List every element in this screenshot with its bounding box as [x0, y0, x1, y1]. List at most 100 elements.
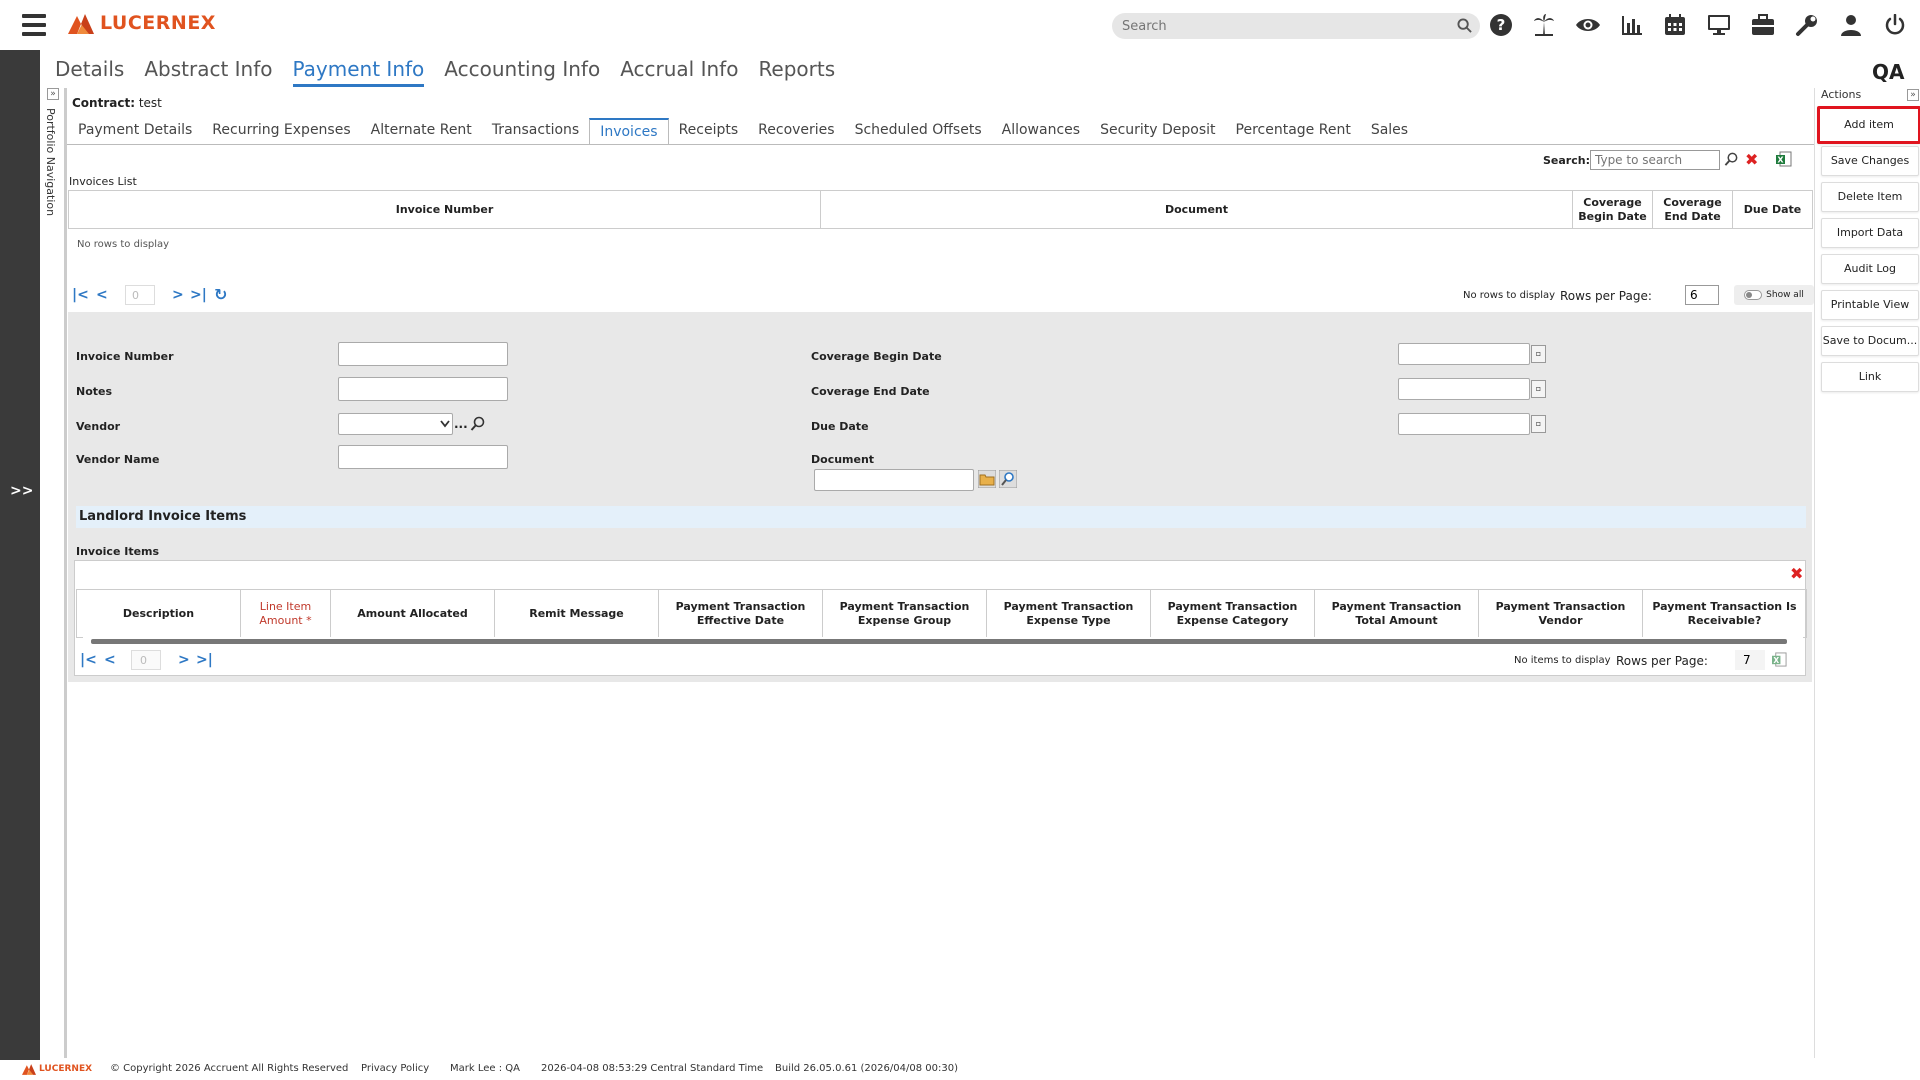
horizontal-scrollbar[interactable] — [83, 637, 1803, 645]
subtab-scheduled-offsets[interactable]: Scheduled Offsets — [845, 118, 992, 144]
due-date-input[interactable] — [1398, 413, 1530, 435]
search-icon[interactable] — [1724, 152, 1739, 167]
tab-reports[interactable]: Reports — [758, 55, 835, 87]
column-header-description[interactable]: Description — [76, 589, 241, 638]
subtab-sales[interactable]: Sales — [1361, 118, 1418, 144]
monitor-icon[interactable] — [1706, 12, 1732, 38]
column-header-expense-group[interactable]: Payment Transaction Expense Group — [822, 589, 987, 638]
clear-search-icon[interactable]: ✖ — [1745, 152, 1758, 168]
wrench-icon[interactable] — [1794, 12, 1820, 38]
tab-accounting-info[interactable]: Accounting Info — [444, 55, 600, 87]
vendor-name-input[interactable] — [338, 445, 508, 469]
lucernex-logo-icon — [68, 14, 94, 34]
first-page-icon[interactable]: |< — [72, 287, 89, 303]
scrollbar-thumb[interactable] — [91, 639, 1787, 644]
column-header-is-receivable[interactable]: Payment Transaction Is Receivable? — [1642, 589, 1807, 638]
save-changes-button[interactable]: Save Changes — [1821, 146, 1919, 176]
vendor-lookup-button[interactable]: ... — [454, 417, 468, 431]
calendar-picker-icon[interactable]: ▫ — [1531, 415, 1546, 433]
delete-item-icon[interactable]: ✖ — [1790, 566, 1803, 582]
save-to-documents-button[interactable]: Save to Docum... — [1821, 326, 1919, 356]
previous-page-icon[interactable]: < — [96, 287, 108, 303]
subtab-recurring-expenses[interactable]: Recurring Expenses — [202, 118, 360, 144]
column-header-document[interactable]: Document — [820, 190, 1573, 229]
coverage-end-date-input[interactable] — [1398, 378, 1530, 400]
tab-details[interactable]: Details — [55, 55, 124, 87]
excel-export-icon[interactable]: X — [1772, 652, 1787, 667]
column-header-effective-date[interactable]: Payment Transaction Effective Date — [658, 589, 823, 638]
power-icon[interactable] — [1882, 12, 1908, 38]
help-icon[interactable]: ? — [1488, 12, 1514, 38]
add-item-button[interactable]: Add item — [1817, 106, 1920, 144]
column-header-amount-allocated[interactable]: Amount Allocated — [330, 589, 495, 638]
list-search-input[interactable] — [1590, 150, 1720, 170]
next-page-icon[interactable]: > — [172, 287, 184, 303]
subtab-receipts[interactable]: Receipts — [669, 118, 749, 144]
invoice-number-input[interactable] — [338, 342, 508, 366]
document-input[interactable] — [814, 469, 974, 491]
delete-item-button[interactable]: Delete Item — [1821, 182, 1919, 212]
subtab-alternate-rent[interactable]: Alternate Rent — [361, 118, 482, 144]
subtab-allowances[interactable]: Allowances — [992, 118, 1090, 144]
calendar-picker-icon[interactable]: ▫ — [1531, 345, 1546, 363]
calendar-picker-icon[interactable]: ▫ — [1531, 380, 1546, 398]
user-icon[interactable] — [1838, 12, 1864, 38]
column-header-line-item-amount[interactable]: Line Item Amount * — [240, 589, 331, 638]
actions-panel: Actions » Add item Save Changes Delete I… — [1814, 88, 1920, 1058]
coverage-begin-date-input[interactable] — [1398, 343, 1530, 365]
column-header-coverage-end-date[interactable]: Coverage End Date — [1652, 190, 1733, 229]
column-header-total-amount[interactable]: Payment Transaction Total Amount — [1314, 589, 1479, 638]
privacy-policy-link[interactable]: Privacy Policy — [361, 1063, 429, 1074]
link-button[interactable]: Link — [1821, 362, 1919, 392]
folder-icon[interactable] — [978, 470, 996, 488]
column-header-expense-category[interactable]: Payment Transaction Expense Category — [1150, 589, 1315, 638]
column-header-expense-type[interactable]: Payment Transaction Expense Type — [986, 589, 1151, 638]
last-page-icon[interactable]: >| — [196, 652, 213, 668]
chart-icon[interactable] — [1619, 12, 1645, 38]
brand-logo[interactable]: LUCERNEX — [68, 12, 216, 34]
expand-left-panel-button[interactable]: >> — [10, 483, 33, 499]
column-header-remit-message[interactable]: Remit Message — [494, 589, 659, 638]
subtab-percentage-rent[interactable]: Percentage Rent — [1226, 118, 1361, 144]
excel-export-icon[interactable]: X — [1776, 151, 1792, 167]
hamburger-menu-icon[interactable] — [22, 14, 46, 36]
next-page-icon[interactable]: > — [178, 652, 190, 668]
show-all-toggle[interactable]: Show all — [1734, 285, 1814, 305]
palm-tree-icon[interactable] — [1531, 12, 1557, 38]
tab-abstract-info[interactable]: Abstract Info — [144, 55, 272, 87]
last-page-icon[interactable]: >| — [190, 287, 207, 303]
column-header-invoice-number[interactable]: Invoice Number — [68, 190, 821, 229]
subtab-transactions[interactable]: Transactions — [482, 118, 589, 144]
calendar-icon[interactable] — [1662, 12, 1688, 38]
vendor-select[interactable] — [338, 413, 453, 435]
tab-payment-info[interactable]: Payment Info — [292, 55, 425, 87]
portfolio-navigation[interactable]: Portfolio Navigation — [44, 88, 60, 218]
subtab-payment-details[interactable]: Payment Details — [68, 118, 202, 144]
invoice-items-table: Description Line Item Amount * Amount Al… — [76, 589, 1807, 638]
first-page-icon[interactable]: |< — [80, 652, 97, 668]
refresh-icon[interactable]: ↻ — [214, 287, 227, 303]
column-header-vendor[interactable]: Payment Transaction Vendor — [1478, 589, 1643, 638]
audit-log-button[interactable]: Audit Log — [1821, 254, 1919, 284]
vendor-search-icon[interactable] — [470, 416, 486, 432]
previous-page-icon[interactable]: < — [104, 652, 116, 668]
actions-collapse-toggle[interactable]: » — [1907, 89, 1919, 101]
rows-per-page-input[interactable] — [1735, 650, 1765, 670]
tab-accrual-info[interactable]: Accrual Info — [620, 55, 738, 87]
column-header-coverage-begin-date[interactable]: Coverage Begin Date — [1572, 190, 1653, 229]
import-data-button[interactable]: Import Data — [1821, 218, 1919, 248]
search-icon[interactable] — [1457, 18, 1472, 33]
printable-view-button[interactable]: Printable View — [1821, 290, 1919, 320]
subtab-invoices[interactable]: Invoices — [589, 118, 669, 144]
global-search-input[interactable] — [1122, 16, 1452, 36]
subtab-security-deposit[interactable]: Security Deposit — [1090, 118, 1225, 144]
document-search-icon[interactable] — [999, 470, 1017, 488]
page-number-input[interactable] — [125, 285, 155, 305]
column-header-due-date[interactable]: Due Date — [1732, 190, 1813, 229]
eye-icon[interactable] — [1575, 12, 1601, 38]
briefcase-icon[interactable] — [1750, 12, 1776, 38]
subtab-recoveries[interactable]: Recoveries — [748, 118, 844, 144]
notes-input[interactable] — [338, 377, 508, 401]
rows-per-page-input[interactable] — [1685, 285, 1719, 305]
page-number-input[interactable] — [131, 650, 161, 670]
